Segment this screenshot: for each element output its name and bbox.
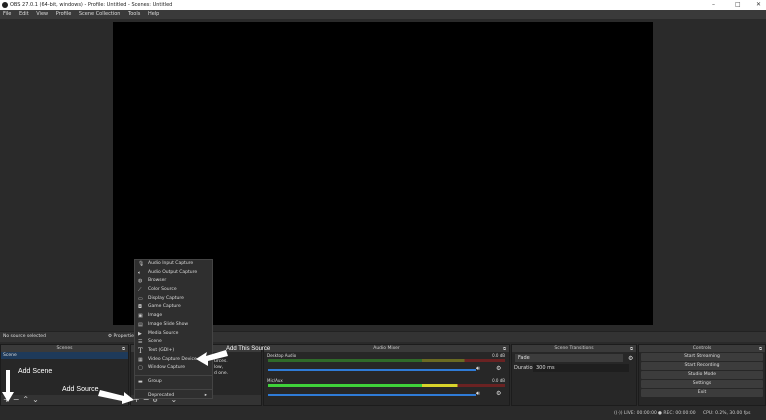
annotation-arrows [2, 350, 228, 404]
arrow-right-icon [98, 390, 134, 404]
arrow-down-icon [2, 370, 14, 402]
arrow-left-icon [196, 350, 228, 366]
